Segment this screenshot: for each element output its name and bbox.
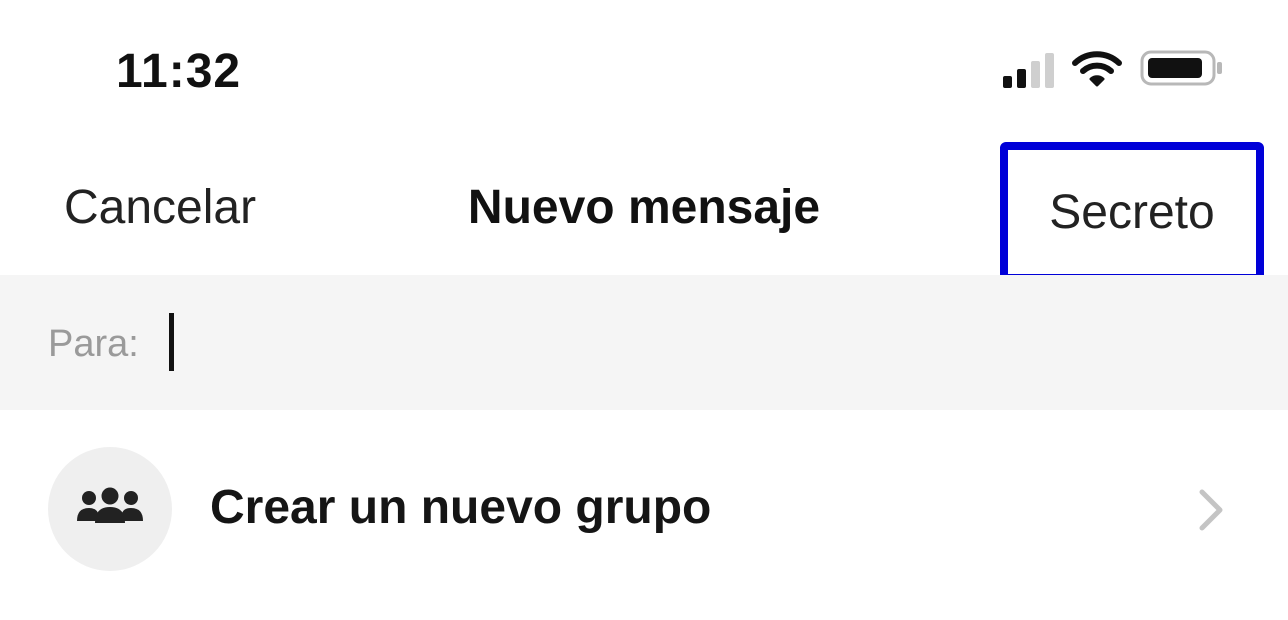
group-icon bbox=[75, 487, 145, 532]
secret-button-label: Secreto bbox=[1049, 185, 1215, 239]
recipient-input[interactable] bbox=[158, 311, 1238, 375]
chevron-right-icon bbox=[1196, 488, 1226, 537]
create-group-row[interactable]: Crear un nuevo grupo bbox=[0, 410, 1288, 610]
text-cursor bbox=[169, 313, 174, 371]
recipient-field[interactable]: Para: bbox=[0, 275, 1288, 410]
battery-icon bbox=[1140, 48, 1224, 93]
nav-bar: Cancelar Nuevo mensaje Secreto bbox=[0, 140, 1288, 282]
group-avatar bbox=[48, 447, 172, 571]
wifi-icon bbox=[1072, 49, 1122, 92]
signal-icon bbox=[1003, 52, 1054, 88]
status-icons bbox=[1003, 50, 1224, 90]
status-bar: 11:32 bbox=[0, 0, 1288, 140]
create-group-label: Crear un nuevo grupo bbox=[210, 481, 712, 534]
status-time: 11:32 bbox=[116, 45, 242, 98]
secret-button[interactable]: Secreto bbox=[1000, 142, 1264, 282]
recipient-label: Para: bbox=[48, 323, 139, 365]
